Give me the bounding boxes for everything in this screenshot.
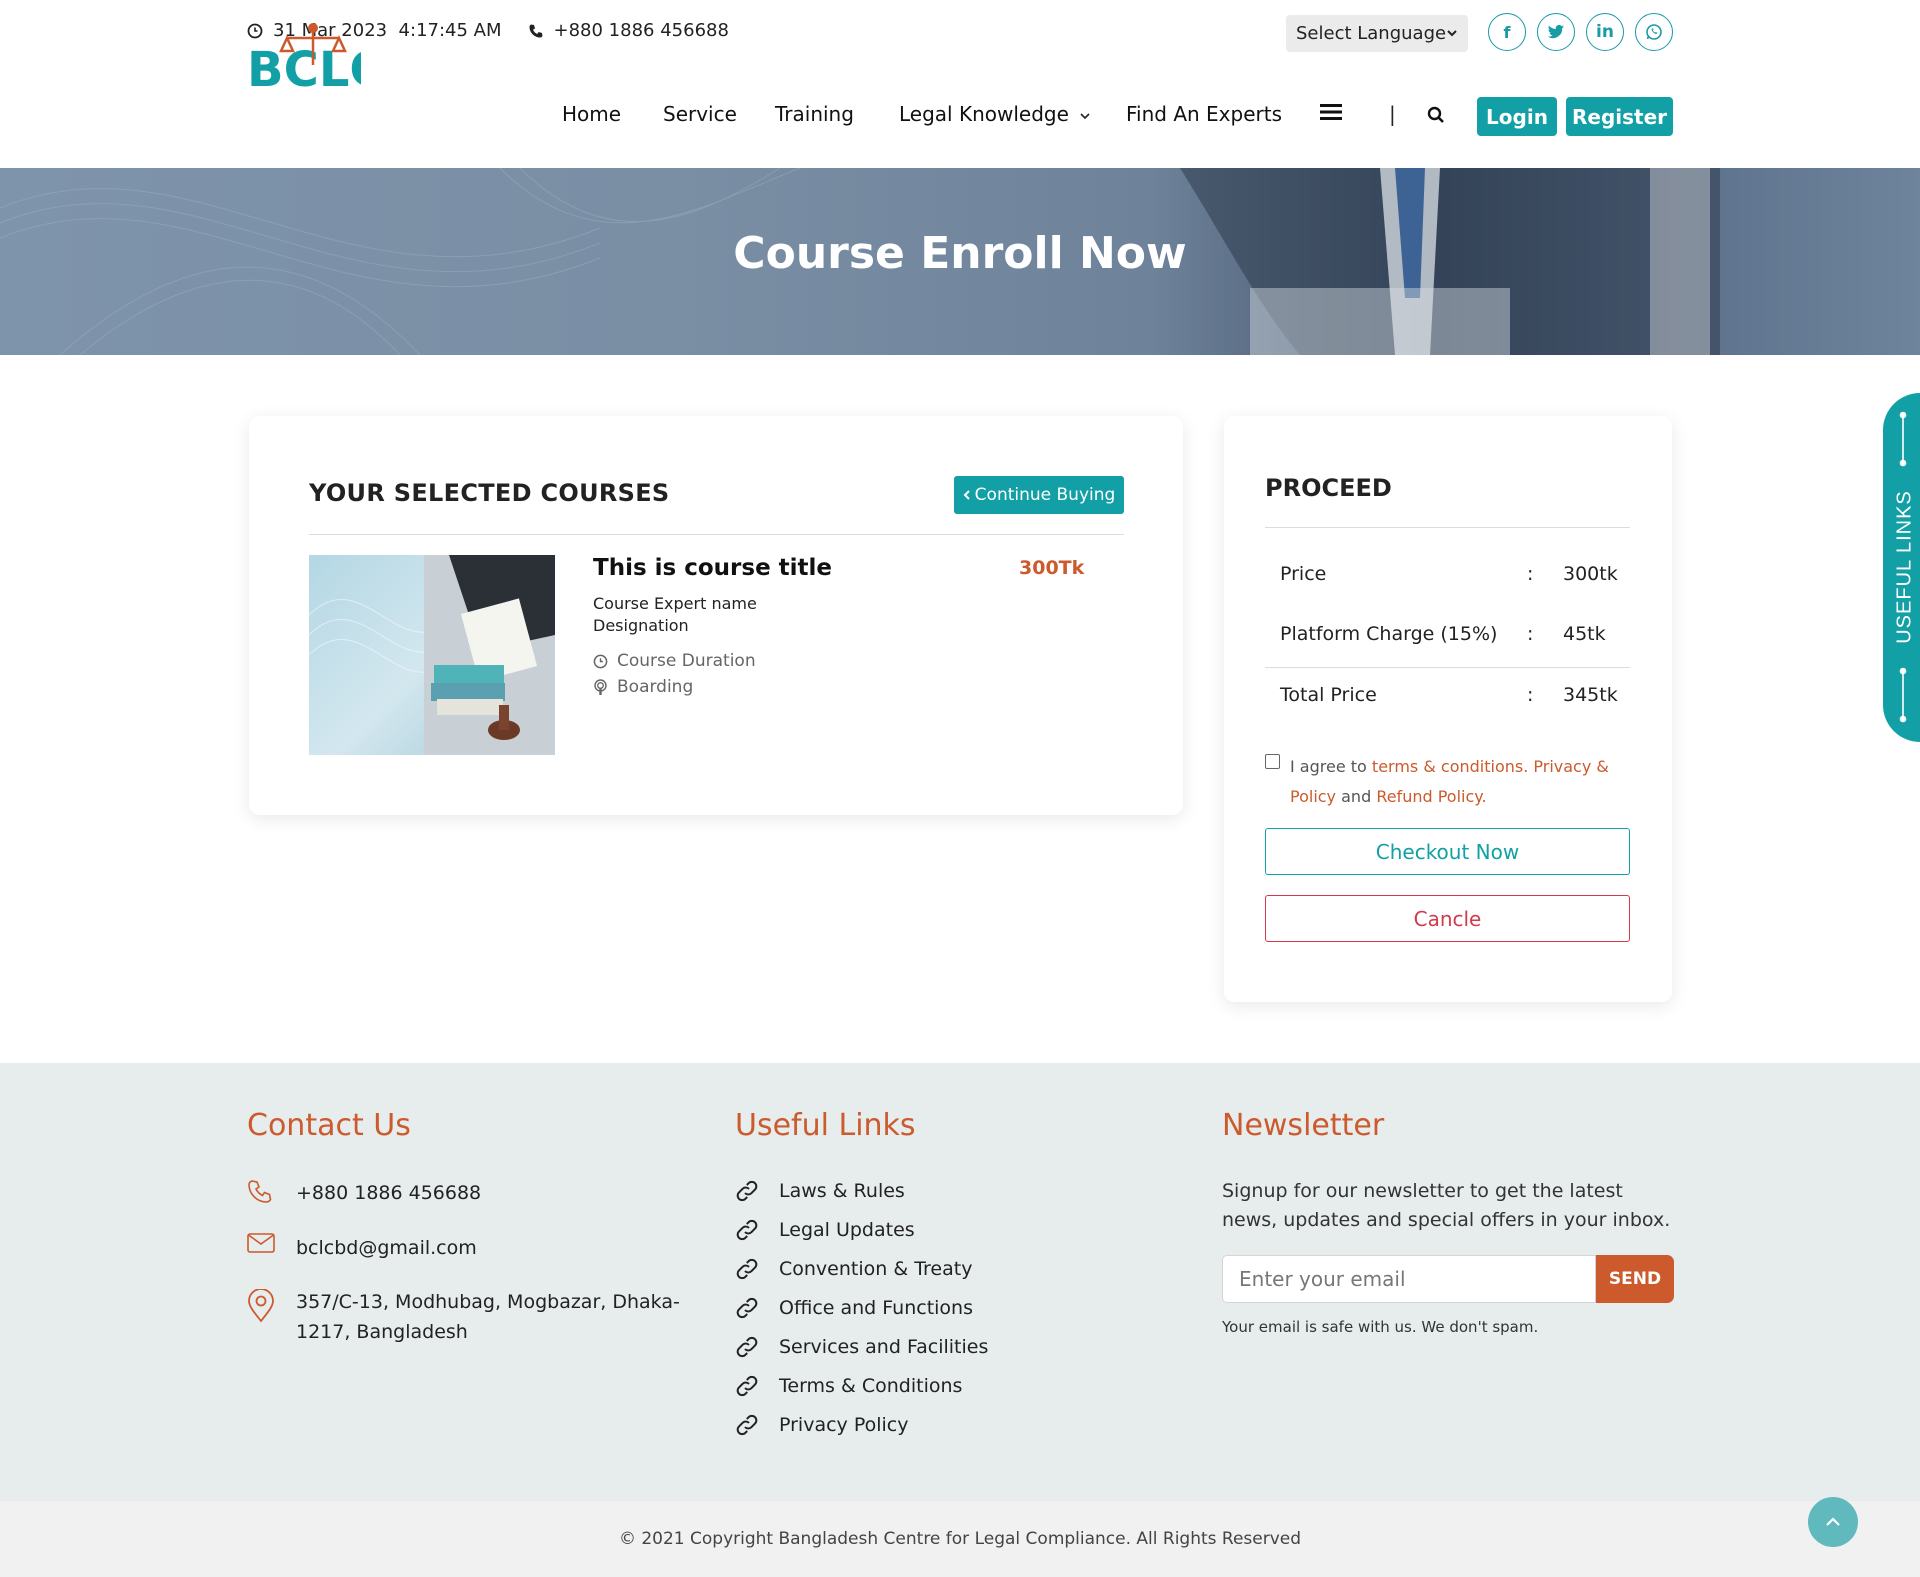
course-title[interactable]: This is course title	[593, 555, 832, 581]
chevron-down-icon	[1447, 30, 1457, 37]
link-icon	[735, 1375, 759, 1401]
nav-service[interactable]: Service	[663, 102, 737, 126]
chevron-down-icon	[1080, 113, 1090, 120]
footer-link-office[interactable]: Office and Functions	[779, 1297, 973, 1319]
cancel-button[interactable]: Cancle	[1265, 895, 1630, 942]
platform-charge-label: Platform Charge (15%)	[1280, 623, 1498, 645]
footer-link-convention[interactable]: Convention & Treaty	[779, 1258, 972, 1280]
checkout-button[interactable]: Checkout Now	[1265, 828, 1630, 875]
language-select-value: Select Language	[1296, 23, 1447, 44]
link-icon	[735, 1258, 759, 1284]
nav-find-experts[interactable]: Find An Experts	[1126, 102, 1282, 126]
agree-prefix: I agree to	[1290, 757, 1372, 776]
continue-buying-button[interactable]: Continue Buying	[954, 476, 1124, 514]
envelope-icon	[247, 1233, 275, 1257]
price-value: 300tk	[1563, 563, 1618, 585]
newsletter-email-input[interactable]: Enter your email	[1222, 1255, 1596, 1303]
selected-courses-heading: YOUR SELECTED COURSES	[309, 479, 670, 507]
whatsapp-icon[interactable]	[1635, 13, 1673, 51]
phone-icon	[528, 23, 544, 39]
footer-address: 357/C-13, Modhubag, Mogbazar, Dhaka-1217…	[296, 1291, 680, 1343]
back-to-top-button[interactable]	[1808, 1497, 1858, 1547]
footer-link-legal-updates[interactable]: Legal Updates	[779, 1219, 915, 1241]
nav-training[interactable]: Training	[775, 102, 854, 126]
useful-links-tab[interactable]: USEFUL LINKS	[1883, 393, 1920, 742]
newsletter-heading: Newsletter	[1222, 1108, 1385, 1143]
nav-legal-knowledge[interactable]: Legal Knowledge	[899, 102, 1091, 126]
podcast-icon	[594, 678, 607, 695]
chevron-left-icon	[963, 490, 970, 500]
terms-link[interactable]: terms & conditions	[1372, 757, 1523, 776]
newsletter-note: Your email is safe with us. We don't spa…	[1222, 1318, 1539, 1336]
nav-home[interactable]: Home	[562, 102, 621, 126]
bclc-logo[interactable]: BCLC	[247, 20, 385, 98]
total-price-value: 345tk	[1563, 684, 1618, 706]
course-boarding: Boarding	[593, 677, 693, 697]
agree-checkbox[interactable]	[1265, 754, 1280, 769]
course-designation: Designation	[593, 616, 689, 635]
agree-dot-end: .	[1481, 787, 1487, 806]
terms-agreement: I agree to terms & conditions. Privacy &…	[1265, 752, 1645, 812]
link-icon	[735, 1414, 759, 1440]
course-duration-label: Course Duration	[617, 651, 756, 671]
chevron-up-icon	[1826, 1517, 1840, 1526]
hamburger-menu-icon[interactable]	[1320, 103, 1342, 125]
price-label: Price	[1280, 563, 1327, 585]
linkedin-icon[interactable]: in	[1586, 13, 1624, 51]
contact-heading: Contact Us	[247, 1108, 411, 1143]
platform-charge-value: 45tk	[1563, 623, 1606, 645]
agree-and: and	[1336, 787, 1377, 806]
newsletter-send-button[interactable]: SEND	[1596, 1255, 1674, 1303]
link-icon	[735, 1180, 759, 1206]
newsletter-description: Signup for our newsletter to get the lat…	[1222, 1180, 1671, 1231]
course-duration: Course Duration	[593, 651, 756, 671]
clock-icon	[593, 654, 608, 668]
price-colon: :	[1527, 563, 1534, 585]
useful-links-tab-label: USEFUL LINKS	[1893, 490, 1916, 644]
footer-link-terms[interactable]: Terms & Conditions	[779, 1375, 962, 1397]
footer-link-privacy[interactable]: Privacy Policy	[779, 1414, 908, 1436]
topbar-phone[interactable]: +880 1886 456688	[554, 20, 729, 41]
platform-charge-colon: :	[1527, 623, 1534, 645]
total-price-label: Total Price	[1280, 684, 1377, 706]
footer-phone[interactable]: +880 1886 456688	[296, 1178, 481, 1208]
link-icon	[735, 1219, 759, 1245]
login-button[interactable]: Login	[1477, 97, 1557, 136]
course-boarding-label: Boarding	[617, 677, 694, 697]
page-title: Course Enroll Now	[733, 228, 1187, 279]
footer-link-services[interactable]: Services and Facilities	[779, 1336, 988, 1358]
useful-links-heading: Useful Links	[735, 1108, 916, 1143]
phone-icon	[247, 1178, 273, 1208]
language-select[interactable]: Select Language	[1286, 15, 1468, 52]
register-button[interactable]: Register	[1566, 97, 1673, 136]
nav-separator: |	[1389, 102, 1396, 126]
total-price-colon: :	[1527, 684, 1534, 706]
search-icon[interactable]	[1427, 106, 1445, 128]
agree-dot: .	[1523, 757, 1534, 776]
location-pin-icon	[247, 1288, 275, 1327]
link-icon	[735, 1297, 759, 1323]
course-expert-name: Course Expert name	[593, 594, 757, 613]
continue-buying-label: Continue Buying	[974, 485, 1116, 505]
course-thumbnail[interactable]	[309, 555, 555, 755]
link-icon	[735, 1336, 759, 1362]
nav-legal-knowledge-label: Legal Knowledge	[899, 102, 1069, 126]
facebook-icon[interactable]: f	[1488, 13, 1526, 51]
divider	[309, 534, 1124, 535]
course-price: 300Tk	[1019, 557, 1085, 579]
proceed-heading: PROCEED	[1265, 474, 1392, 502]
social-links: f in	[1488, 13, 1673, 51]
footer-link-laws[interactable]: Laws & Rules	[779, 1180, 905, 1202]
twitter-icon[interactable]	[1537, 13, 1575, 51]
copyright: © 2021 Copyright Bangladesh Centre for L…	[0, 1501, 1920, 1577]
divider	[1265, 527, 1630, 528]
footer-email[interactable]: bclcbd@gmail.com	[296, 1233, 477, 1263]
refund-link[interactable]: Refund Policy	[1376, 787, 1481, 806]
divider	[1265, 667, 1630, 668]
